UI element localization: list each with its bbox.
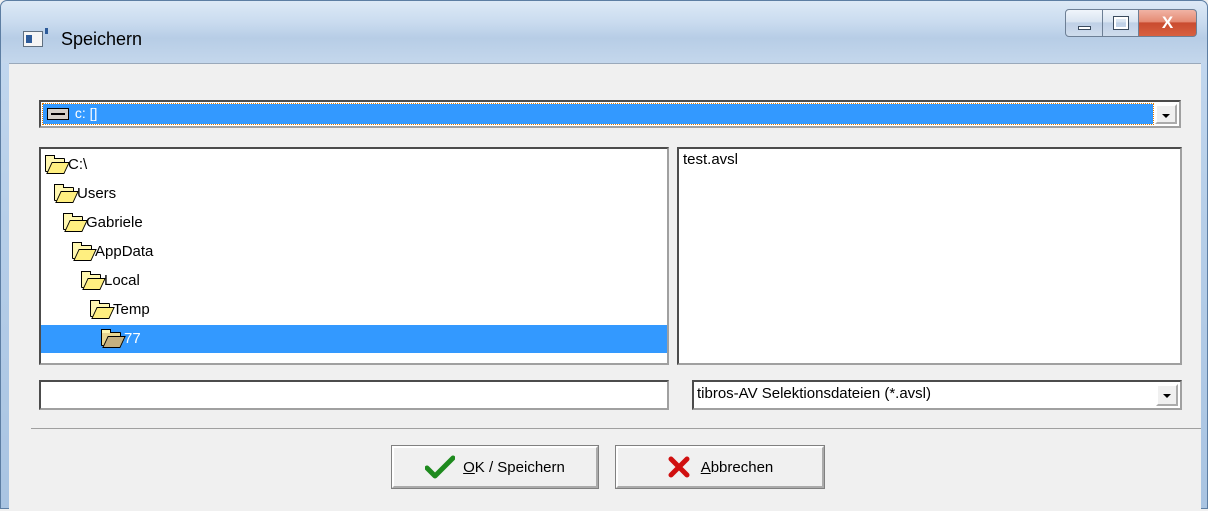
directory-label: Gabriele [86,214,143,231]
drive-label: c: [] [74,105,98,121]
directory-label: Users [77,185,117,202]
app-window-icon [23,28,48,47]
file-item[interactable]: test.avsl [683,151,738,168]
directory-item[interactable]: 77 [41,325,667,353]
cancel-button[interactable]: Abbrechen [615,445,825,489]
cancel-label: Abbrechen [700,458,774,476]
open-folder-icon [101,329,121,346]
window-title: Speichern [61,29,143,49]
close-button[interactable]: X [1139,9,1197,37]
open-folder-icon [90,300,110,317]
close-icon: X [1161,13,1174,32]
filetype-dropdown-button[interactable] [1156,384,1178,406]
directory-list[interactable]: C:\ Users Gabriele AppData Local Temp 77 [39,147,669,365]
directory-item[interactable]: C:\ [45,151,87,179]
minimize-button[interactable] [1065,9,1103,37]
filename-input[interactable] [39,380,669,410]
directory-item[interactable]: AppData [72,238,153,266]
minimize-icon [1078,26,1091,30]
open-folder-icon [72,242,92,259]
maximize-icon [1113,16,1129,30]
maximize-button[interactable] [1103,9,1139,37]
dialog-client-area: c: [] C:\ Users Gabriele AppData Local Temp 77… [9,63,1201,510]
drive-selected-value: c: [] [42,103,1154,125]
filetype-selected-value: tibros-AV Selektionsdateien (*.avsl) [697,385,931,402]
directory-label: AppData [95,243,154,260]
checkmark-icon [425,455,456,479]
directory-item[interactable]: Temp [90,296,150,324]
ok-save-button[interactable]: OK / Speichern [391,445,599,489]
drive-dropdown-button[interactable] [1155,104,1177,124]
button-panel: OK / Speichern Abbrechen [31,428,1201,511]
open-folder-icon [63,213,83,230]
directory-label: Local [104,272,140,289]
drive-icon [47,108,69,121]
open-folder-icon [45,155,65,172]
directory-label: C:\ [68,156,88,173]
drive-select[interactable]: c: [] [39,100,1181,128]
directory-label: Temp [113,301,150,318]
open-folder-icon [81,271,101,288]
ok-save-label: OK / Speichern [463,458,565,476]
file-list[interactable]: test.avsl [677,147,1182,365]
directory-item[interactable]: Local [81,267,140,295]
title-bar[interactable]: Speichern X [1,1,1207,63]
open-folder-icon [54,184,74,201]
caption-buttons: X [1065,9,1197,37]
filetype-select[interactable]: tibros-AV Selektionsdateien (*.avsl) [692,380,1182,410]
save-dialog-window: Speichern X c: [] C:\ Users Gabriele AppDat… [0,0,1208,510]
directory-label: 77 [124,330,141,347]
directory-item[interactable]: Users [54,180,116,208]
directory-item[interactable]: Gabriele [63,209,143,237]
red-x-icon [668,456,690,478]
